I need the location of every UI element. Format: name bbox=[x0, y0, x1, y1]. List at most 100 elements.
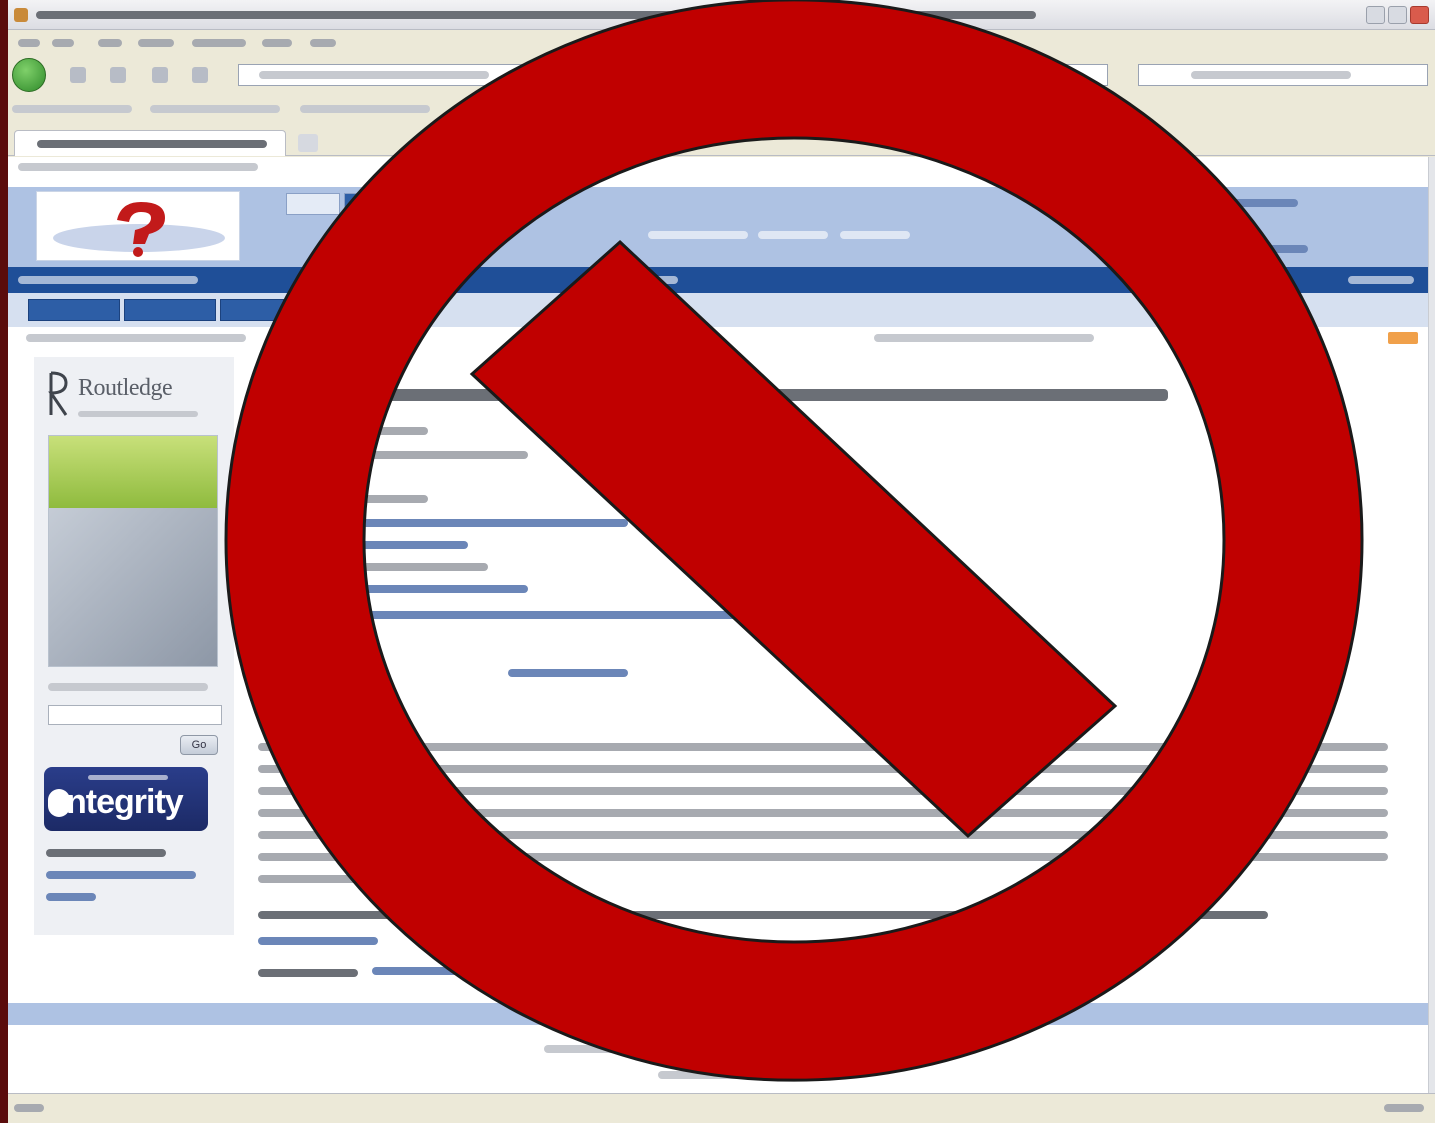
abstract-line bbox=[258, 765, 1388, 773]
maximize-button[interactable] bbox=[1388, 6, 1407, 24]
sidebar-link[interactable] bbox=[46, 893, 96, 901]
tools-row bbox=[8, 327, 1428, 349]
top-link-row bbox=[18, 163, 258, 171]
journal-search-input[interactable] bbox=[48, 705, 222, 725]
publisher-name: Routledge bbox=[78, 375, 173, 401]
question-mark-logo-icon[interactable] bbox=[36, 191, 240, 261]
minimize-button[interactable] bbox=[1366, 6, 1385, 24]
back-arrow-icon[interactable] bbox=[12, 58, 46, 92]
menu-item[interactable] bbox=[138, 39, 174, 47]
search-option[interactable] bbox=[840, 231, 910, 239]
publisher-tagline-placeholder bbox=[78, 411, 198, 417]
new-tab-button[interactable] bbox=[298, 134, 318, 152]
go-button[interactable]: Go bbox=[180, 735, 218, 755]
sidebar-link[interactable] bbox=[46, 871, 196, 879]
tab-strip bbox=[8, 124, 1435, 156]
page-content: Routledge Go ntegrity bbox=[8, 157, 1428, 1093]
section-heading-placeholder bbox=[46, 849, 166, 857]
stop-icon[interactable] bbox=[152, 67, 168, 83]
keywords-line bbox=[258, 911, 1268, 919]
download-links[interactable] bbox=[268, 611, 768, 619]
logo-graphic bbox=[53, 202, 225, 257]
abstract-line bbox=[258, 809, 1388, 817]
meta-link[interactable] bbox=[268, 585, 528, 593]
abstract-line bbox=[258, 853, 1388, 861]
menu-item[interactable] bbox=[192, 39, 246, 47]
browser-icon bbox=[14, 8, 28, 22]
publisher-logo: Routledge bbox=[48, 371, 230, 423]
meta-link[interactable] bbox=[268, 519, 628, 527]
integrity-banner[interactable]: ntegrity bbox=[44, 767, 208, 831]
site-tab[interactable] bbox=[344, 193, 390, 215]
meta-line bbox=[268, 473, 358, 481]
nav-item[interactable] bbox=[648, 276, 678, 284]
status-bar bbox=[8, 1093, 1435, 1123]
abstract-line bbox=[258, 831, 1388, 839]
search-label-placeholder bbox=[48, 683, 208, 691]
meta-link[interactable] bbox=[268, 541, 468, 549]
browser-window: Routledge Go ntegrity bbox=[8, 0, 1435, 1123]
forward-arrow-icon[interactable] bbox=[70, 67, 86, 83]
bookmark-item[interactable] bbox=[150, 105, 280, 113]
search-input[interactable] bbox=[1138, 64, 1428, 86]
meta-line bbox=[268, 427, 428, 435]
tool-links[interactable] bbox=[26, 334, 246, 342]
reload-icon[interactable] bbox=[110, 67, 126, 83]
publisher-mark-icon bbox=[48, 371, 68, 416]
bookmark-item[interactable] bbox=[12, 105, 132, 113]
navigation-toolbar bbox=[8, 56, 1435, 94]
search-option[interactable] bbox=[758, 231, 828, 239]
rss-icon[interactable] bbox=[1388, 332, 1418, 344]
sub-navigation bbox=[8, 293, 1428, 327]
menu-item[interactable] bbox=[98, 39, 122, 47]
alert-link[interactable] bbox=[874, 334, 1094, 342]
meta-line bbox=[268, 451, 528, 459]
home-icon[interactable] bbox=[192, 67, 208, 83]
site-navigation bbox=[8, 267, 1428, 293]
status-indicator bbox=[1384, 1104, 1424, 1112]
meta-line bbox=[268, 495, 428, 503]
header-link[interactable] bbox=[1228, 199, 1298, 207]
status-text-placeholder bbox=[14, 1104, 44, 1112]
bookmark-item[interactable] bbox=[300, 105, 430, 113]
address-bar[interactable] bbox=[238, 64, 1108, 86]
journal-cover[interactable] bbox=[48, 435, 218, 667]
references-link[interactable] bbox=[258, 937, 378, 945]
subnav-button[interactable] bbox=[124, 299, 216, 321]
permissions-link[interactable] bbox=[508, 669, 628, 677]
bookmark-link[interactable] bbox=[372, 967, 462, 975]
menu-item[interactable] bbox=[52, 39, 74, 47]
site-footer-bar bbox=[8, 1003, 1428, 1025]
close-button[interactable] bbox=[1410, 6, 1429, 24]
article-abstract bbox=[248, 367, 1398, 977]
banner-word: ntegrity bbox=[66, 783, 184, 821]
abstract-line bbox=[258, 875, 518, 883]
site-header bbox=[8, 187, 1428, 267]
cover-image bbox=[49, 508, 217, 666]
abstract-line bbox=[258, 743, 1388, 751]
active-tab[interactable] bbox=[14, 130, 286, 156]
menu-item[interactable] bbox=[18, 39, 40, 47]
banner-caption-placeholder bbox=[88, 775, 168, 780]
subnav-button[interactable] bbox=[220, 299, 284, 321]
search-option[interactable] bbox=[648, 231, 748, 239]
search-placeholder bbox=[1191, 71, 1351, 79]
abstract-line bbox=[258, 787, 1388, 795]
subnav-button[interactable] bbox=[28, 299, 120, 321]
footer-line bbox=[544, 1045, 664, 1053]
bookmarks-toolbar bbox=[8, 98, 1435, 120]
nav-item[interactable] bbox=[18, 276, 198, 284]
meta-line bbox=[268, 563, 488, 571]
header-link[interactable] bbox=[1248, 245, 1308, 253]
bookmark-label bbox=[258, 969, 358, 977]
tab-title-placeholder bbox=[37, 140, 267, 148]
menu-item[interactable] bbox=[310, 39, 336, 47]
cover-banner bbox=[49, 436, 217, 508]
menu-bar bbox=[8, 32, 1435, 54]
url-placeholder bbox=[259, 71, 489, 79]
nav-item[interactable] bbox=[1348, 276, 1414, 284]
site-tab[interactable] bbox=[286, 193, 340, 215]
vertical-scrollbar[interactable] bbox=[1428, 157, 1435, 1093]
footer-line bbox=[658, 1071, 778, 1079]
menu-item[interactable] bbox=[262, 39, 292, 47]
